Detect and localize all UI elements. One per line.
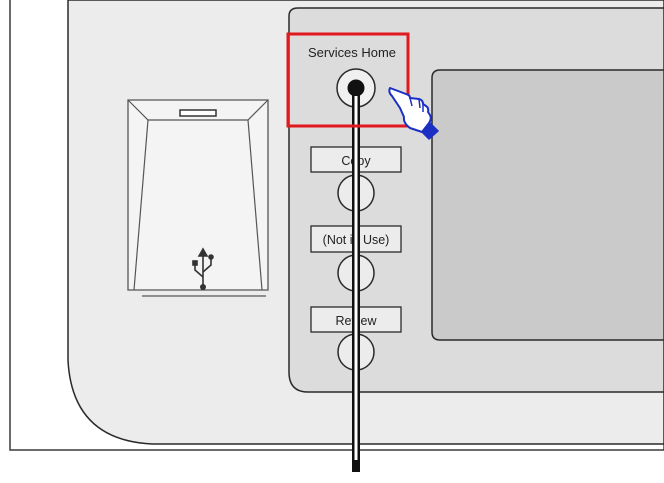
usb-port: [127, 99, 269, 297]
control-panel-diagram: Services Home Copy (Not in Use) Review: [0, 0, 664, 478]
touchscreen[interactable]: [431, 69, 664, 341]
services-home-label: Services Home: [308, 46, 396, 60]
